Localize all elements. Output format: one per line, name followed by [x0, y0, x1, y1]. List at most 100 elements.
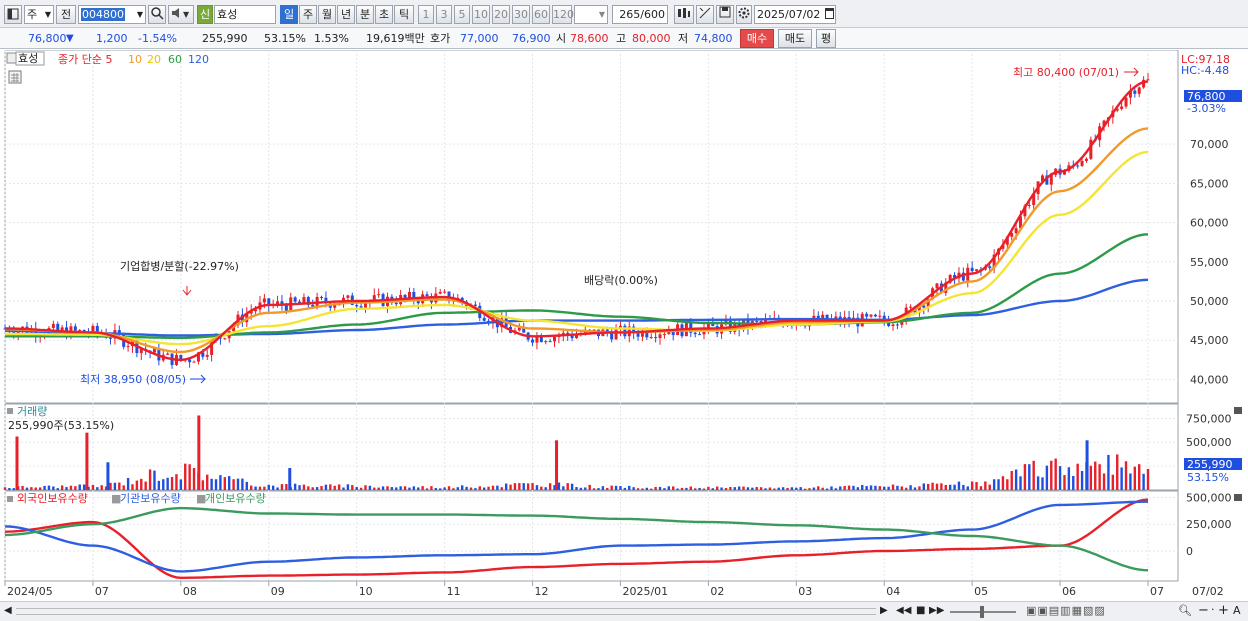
scroll-right-icon[interactable]: ▶ — [880, 605, 888, 616]
zoom-out-icon[interactable]: 🔍︎ — [1178, 604, 1192, 617]
candle-body — [658, 334, 662, 339]
minus-icon[interactable]: − — [1198, 603, 1209, 618]
interval-60[interactable]: 60 — [532, 5, 550, 24]
volume-bar — [1111, 474, 1115, 490]
volume-bar — [905, 487, 908, 490]
volume-bar — [742, 486, 745, 490]
volume-bar — [320, 486, 323, 490]
volume-bar — [918, 486, 921, 490]
chart-area[interactable]: 효성 종가 단순 5 10 20 60 120 LC:97.18 HC:-4.4… — [0, 49, 1248, 601]
ask-price: 77,000 — [460, 32, 499, 45]
volume-bar — [364, 485, 367, 490]
interval-5[interactable]: 5 — [454, 5, 470, 24]
candle-body — [394, 302, 398, 305]
candle-body — [73, 326, 77, 331]
legend-ma20[interactable]: 20 — [147, 53, 161, 66]
interval-10[interactable]: 10 — [472, 5, 490, 24]
zoom-slider-handle[interactable] — [980, 606, 984, 618]
date-input[interactable]: 2025/07/02 — [754, 5, 836, 24]
crosshair-icon[interactable] — [696, 5, 714, 24]
candle-body — [482, 317, 486, 321]
price-tick-label: 55,000 — [1190, 256, 1229, 269]
interval-3[interactable]: 3 — [436, 5, 452, 24]
interval-30[interactable]: 30 — [512, 5, 530, 24]
tab-second[interactable]: 초 — [375, 5, 393, 24]
legend-ma5[interactable]: 종가 단순 5 — [58, 53, 112, 66]
horizontal-scrollbar[interactable] — [16, 608, 876, 615]
volume-bar — [478, 486, 481, 490]
legend-inst[interactable]: 기관보유수량 — [120, 492, 181, 505]
tab-minute[interactable]: 분 — [356, 5, 374, 24]
candle-body — [891, 324, 895, 327]
sell-button[interactable]: 매도 — [778, 29, 812, 48]
candle-body — [56, 323, 60, 331]
candle-count: 265 — [619, 8, 641, 21]
volume-bar — [395, 487, 398, 490]
volume-bar — [869, 485, 873, 490]
legend-ma60[interactable]: 60 — [168, 53, 182, 66]
legend-ma120[interactable]: 120 — [188, 53, 209, 66]
indicator-icon[interactable] — [674, 5, 694, 24]
volume-bar — [562, 486, 565, 490]
font-icon[interactable]: A — [1233, 604, 1241, 617]
legend-ma10[interactable]: 10 — [128, 53, 142, 66]
tab-tick[interactable]: 틱 — [394, 5, 414, 24]
interval-120[interactable]: 120 — [552, 5, 574, 24]
eval-button[interactable]: 평 — [816, 29, 836, 48]
prev-button[interactable]: 전 — [56, 5, 76, 24]
volume-bar — [984, 481, 987, 490]
stop-icon[interactable]: ■ — [916, 605, 925, 616]
volume-bar — [293, 483, 297, 490]
save-icon[interactable] — [716, 5, 734, 24]
volume-bar — [109, 482, 112, 490]
stock-code-input[interactable]: 004800 ▼ — [78, 5, 146, 24]
legend-indiv[interactable]: 개인보유수량 — [205, 492, 266, 505]
plus-icon[interactable]: + — [1218, 603, 1229, 618]
speaker-icon[interactable]: ▼ — [168, 5, 194, 24]
holdings-pane-menu-icon[interactable] — [7, 496, 13, 502]
candle-body — [473, 304, 477, 306]
market-select[interactable]: 주 ▼ — [24, 5, 54, 24]
interval-custom-select[interactable]: ▼ — [574, 5, 608, 24]
gear-icon[interactable] — [736, 5, 752, 24]
volume-bar — [34, 487, 37, 490]
volume-bar — [390, 487, 394, 490]
interval-20[interactable]: 20 — [492, 5, 510, 24]
candle-body — [1027, 204, 1031, 206]
volume-pane-menu-icon[interactable] — [7, 408, 13, 414]
volume-bar — [38, 487, 42, 490]
tab-year[interactable]: 년 — [337, 5, 355, 24]
search-icon[interactable] — [148, 5, 166, 24]
x-tick-label: 07 — [1150, 585, 1164, 598]
candle-body — [1146, 79, 1150, 81]
interval-1[interactable]: 1 — [418, 5, 434, 24]
volume-bar — [421, 486, 424, 490]
chevron-down-icon[interactable]: ▼ — [137, 6, 143, 23]
candle-body — [363, 303, 367, 308]
candle-body — [188, 359, 192, 363]
window-menu-icon[interactable] — [4, 5, 22, 24]
volume-collapse-icon[interactable] — [1234, 407, 1242, 414]
volume-bar — [513, 483, 517, 490]
legend-foreign[interactable]: 외국인보유수량 — [17, 492, 88, 505]
tab-week[interactable]: 주 — [299, 5, 317, 24]
tab-day[interactable]: 일 — [280, 5, 298, 24]
scroll-left-icon[interactable]: ◀ — [4, 605, 12, 616]
buy-button[interactable]: 매수 — [740, 29, 774, 48]
stock-name-field[interactable]: 효성 — [214, 5, 276, 24]
volume-bar — [12, 488, 15, 490]
candle-count-field[interactable]: 265/600 — [612, 5, 668, 24]
step-back-icon[interactable]: ◀◀ — [896, 605, 911, 616]
merge-event-label: 기업합병/분할(-22.97%) — [120, 260, 239, 273]
step-forward-icon[interactable]: ▶▶ — [929, 605, 944, 616]
calendar-icon[interactable] — [825, 8, 834, 19]
layout-icons[interactable]: ▣▣▤▥▦▧▨ — [1026, 604, 1106, 617]
volume-bar — [786, 487, 789, 490]
volume-bar — [570, 483, 574, 490]
holdings-collapse-icon[interactable] — [1234, 494, 1242, 501]
candle-body — [1137, 87, 1141, 94]
volume-bar — [584, 487, 587, 490]
candle-body — [988, 266, 992, 269]
tab-month[interactable]: 월 — [318, 5, 336, 24]
volume-bar — [249, 485, 253, 490]
